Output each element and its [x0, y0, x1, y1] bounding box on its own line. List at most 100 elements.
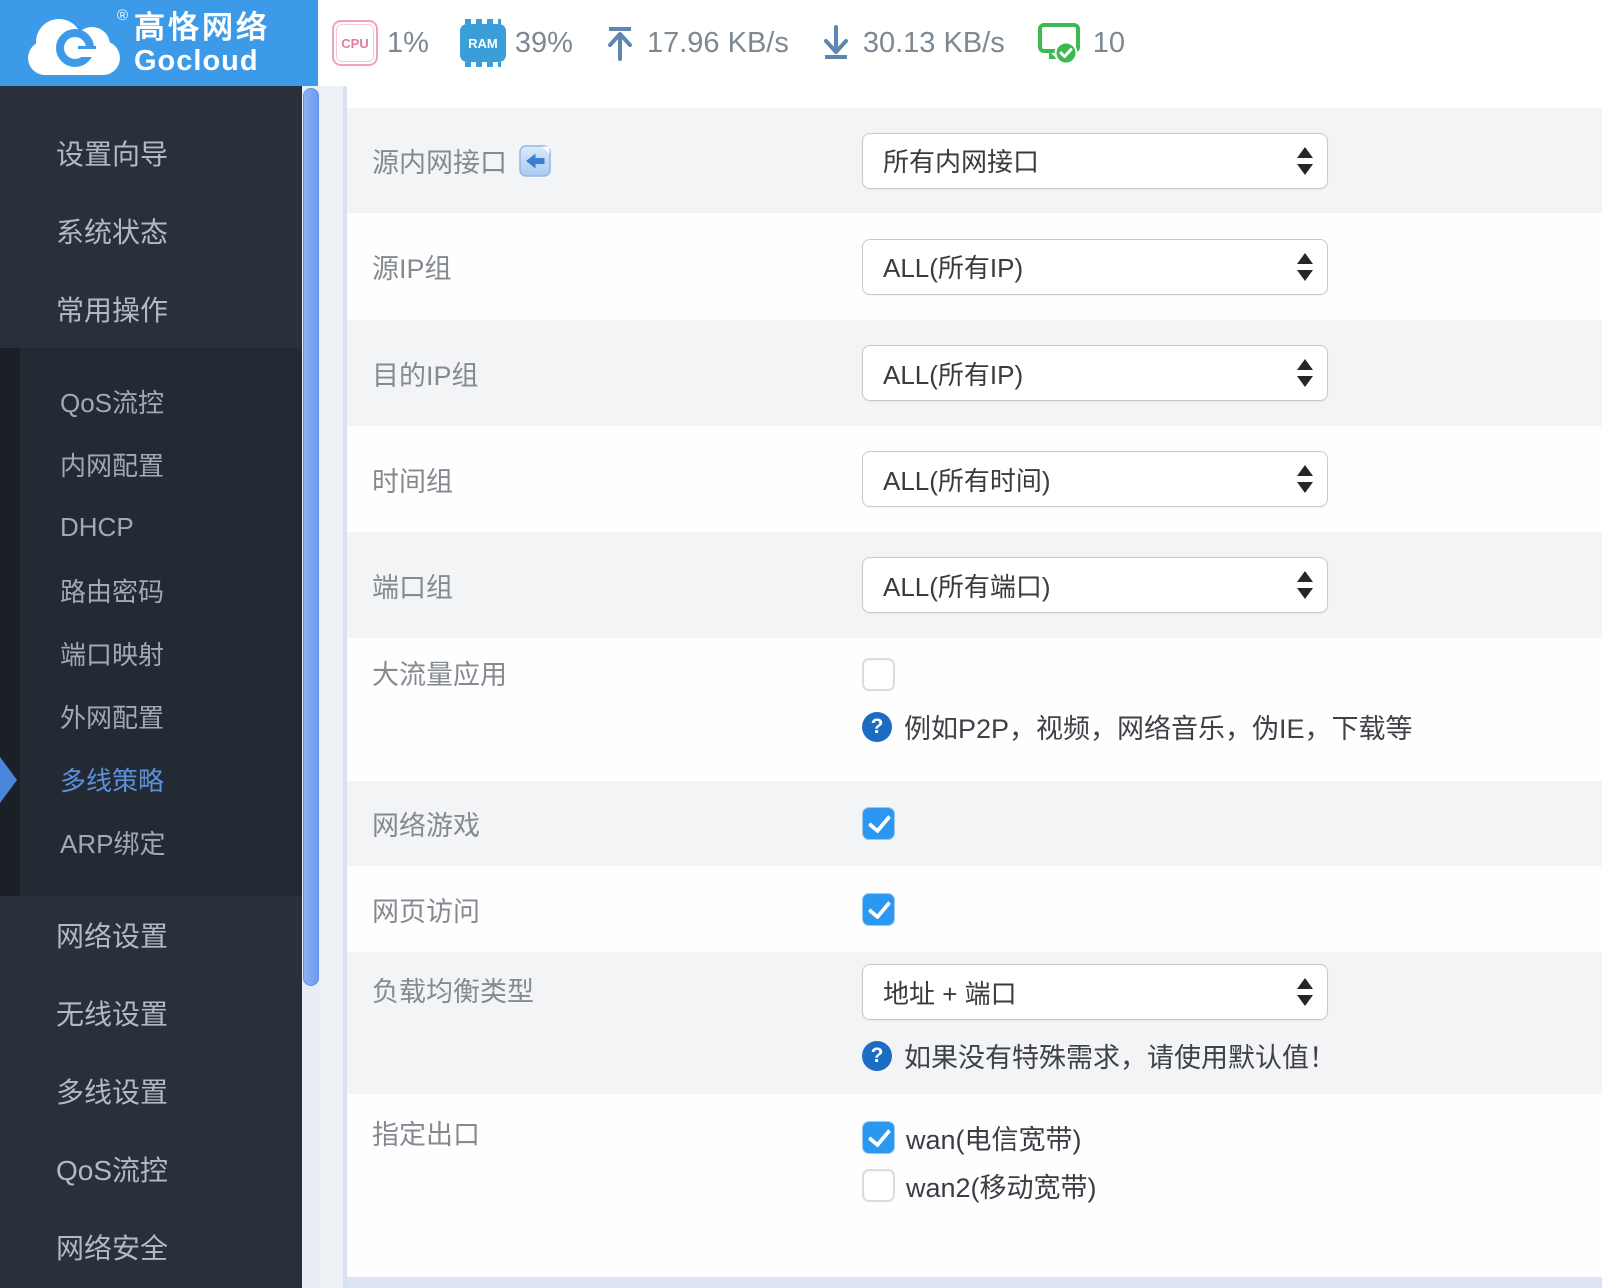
sidebar-item-bottom_items-1[interactable]: 无线设置: [0, 974, 302, 1052]
sidebar-subitem-label: ARP绑定: [60, 829, 166, 859]
sidebar-subitem-label: QoS流控: [60, 388, 165, 418]
select-value: 地址 + 端口: [883, 978, 1017, 1009]
form-row-dst-ip-group: 目的IP组 ALL(所有IP): [347, 320, 1602, 426]
select-arrows-icon: [1297, 465, 1313, 493]
form-row-designated-exit: 指定出口 wan(电信宽带) wan2(移动宽带): [347, 1094, 1602, 1277]
active-item-arrow-icon: [0, 756, 17, 803]
sidebar-scrollbar-track[interactable]: [302, 86, 320, 1288]
select-value: ALL(所有IP): [883, 253, 1024, 283]
load-balance-type-help: ? 如果没有特殊需求，请使用默认值！: [862, 1036, 1336, 1075]
top-bar: ® 高恪网络 Gocloud CPU 1% RAM 39% 17.96 KB/s…: [0, 0, 1602, 88]
sidebar-subitem-2[interactable]: DHCP: [20, 496, 302, 559]
brand-text: 高恪网络 Gocloud: [134, 10, 270, 79]
src-ip-group-select[interactable]: ALL(所有IP): [862, 238, 1328, 295]
ram-usage-value: 39%: [514, 26, 573, 59]
sidebar-subitem-7[interactable]: ARP绑定: [20, 811, 302, 874]
online-devices-icon: [1037, 23, 1080, 65]
select-arrows-icon: [1297, 252, 1313, 281]
web-access-checkbox-checked[interactable]: [862, 892, 895, 926]
form-row-port-group: 端口组 ALL(所有端口): [347, 532, 1602, 638]
content-gutter: [320, 86, 347, 1288]
sidebar-subitem-label: 内网配置: [60, 451, 165, 481]
sidebar-item-top_items-2[interactable]: 常用操作: [0, 270, 302, 348]
designated-exit-option-1-checkbox-unchecked[interactable]: [862, 1169, 895, 1202]
form-row-time-group: 时间组 ALL(所有时间): [347, 426, 1602, 532]
help-text: 例如P2P，视频，网络音乐，伪IE，下载等: [904, 714, 1413, 744]
heavy-traffic-app-checkbox-unchecked[interactable]: [862, 658, 895, 691]
form-row-src-ip-group: 源IP组 ALL(所有IP): [347, 213, 1602, 320]
help-text: 如果没有特殊需求，请使用默认值！: [904, 1043, 1336, 1073]
sidebar-scrollbar-thumb[interactable]: [303, 88, 319, 986]
cpu-usage-value: 1%: [387, 26, 429, 59]
sidebar-subitem-5[interactable]: 外网配置: [20, 685, 302, 748]
sidebar-submenu: QoS流控内网配置 DHCP 路由密码端口映射外网配置多线策略 ARP绑定: [0, 348, 302, 896]
cpu-icon: CPU: [332, 20, 378, 66]
help-icon: ?: [862, 711, 892, 742]
policy-form: 源内网接口 所有内网接口 源IP组 ALL(所有IP) 目的IP组 ALL(所有IP) 时间…: [347, 86, 1602, 1277]
select-arrows-icon: [1297, 978, 1313, 1006]
sidebar-subitem-label: 外网配置: [60, 703, 165, 733]
sidebar-item-top_items-0[interactable]: 设置向导: [0, 114, 302, 192]
dst-ip-group-select[interactable]: ALL(所有IP): [862, 345, 1328, 401]
online-game-label: 网络游戏: [372, 811, 480, 841]
sidebar-subitem-4[interactable]: 端口映射: [20, 622, 302, 685]
sidebar-item-bottom_items-3[interactable]: QoS流控: [0, 1130, 302, 1208]
form-row-online-game: 网络游戏: [347, 781, 1602, 866]
src-lan-interface-select[interactable]: 所有内网接口: [862, 132, 1328, 189]
online-game-checkbox-checked[interactable]: [862, 807, 895, 840]
online-count-value: 10: [1092, 26, 1125, 59]
time-group-select[interactable]: ALL(所有时间): [862, 451, 1328, 507]
sidebar-subitem-1[interactable]: 内网配置: [20, 433, 302, 496]
src-ip-group-label: 源IP组: [372, 254, 452, 284]
select-arrows-icon: [1297, 146, 1313, 175]
heavy-traffic-app-help: ? 例如P2P，视频，网络音乐，伪IE，下载等: [862, 707, 1413, 746]
form-row-load-balance-type: 负载均衡类型 地址 + 端口 ? 如果没有特殊需求，请使用默认值！: [347, 952, 1602, 1094]
dst-ip-group-label: 目的IP组: [372, 360, 479, 391]
brand-logo[interactable]: ® 高恪网络 Gocloud: [0, 0, 318, 88]
upload-speed-value: 17.96 KB/s: [646, 26, 789, 59]
sidebar-item-bottom_items-0[interactable]: 网络设置: [0, 896, 302, 974]
sidebar-item-bottom_items-4[interactable]: 网络安全: [0, 1208, 302, 1286]
web-access-label: 网页访问: [372, 896, 480, 927]
back-icon[interactable]: [519, 144, 551, 177]
upload-arrow-icon: [607, 27, 632, 61]
designated-exit-option-1[interactable]: wan2(移动宽带): [862, 1166, 1097, 1205]
designated-exit-option-0-checkbox-checked[interactable]: [862, 1121, 895, 1154]
sidebar-item-top_items-1[interactable]: 系统状态: [0, 192, 302, 270]
panel-bottom-edge: [347, 1277, 1602, 1288]
select-value: ALL(所有端口): [883, 571, 1051, 602]
option-label: wan2(移动宽带): [906, 1173, 1097, 1203]
sidebar-subitem-label: 路由密码: [60, 577, 165, 607]
select-arrows-icon: [1297, 571, 1313, 599]
sidebar-subitem-label: DHCP: [60, 512, 134, 542]
select-value: 所有内网接口: [883, 147, 1040, 177]
sidebar-subitem-6-active[interactable]: 多线策略: [0, 748, 302, 811]
load-balance-type-label: 负载均衡类型: [372, 977, 534, 1007]
download-speed-value: 30.13 KB/s: [862, 26, 1005, 59]
sidebar-subitem-0[interactable]: QoS流控: [20, 370, 302, 433]
heavy-traffic-app-label: 大流量应用: [372, 660, 507, 690]
brand-title-en: Gocloud: [134, 45, 259, 78]
sidebar-subitem-label: 端口映射: [60, 640, 165, 670]
sidebar-subitem-3[interactable]: 路由密码: [20, 559, 302, 622]
sidebar-nav: 设置向导 系统状态 常用操作 QoS流控 内网配置 DHCP 路由密码 端口映射 外网配置 多线策…: [0, 86, 302, 1288]
designated-exit-option-0[interactable]: wan(电信宽带): [862, 1118, 1097, 1157]
brand-title-cn: 高恪网络: [134, 9, 270, 45]
cloud-logo-icon: ®: [26, 7, 128, 77]
designated-exit-options: wan(电信宽带) wan2(移动宽带): [862, 1118, 1097, 1205]
download-arrow-icon: [823, 25, 848, 59]
port-group-select[interactable]: ALL(所有端口): [862, 557, 1328, 613]
select-value: ALL(所有时间): [883, 465, 1051, 496]
ram-icon: RAM: [459, 19, 506, 67]
select-value: ALL(所有IP): [883, 359, 1024, 390]
load-balance-type-select[interactable]: 地址 + 端口: [862, 964, 1328, 1020]
form-row-heavy-traffic-app: 大流量应用? 例如P2P，视频，网络音乐，伪IE，下载等: [347, 638, 1602, 781]
designated-exit-label: 指定出口: [372, 1120, 480, 1150]
time-group-label: 时间组: [372, 466, 453, 497]
sidebar-item-bottom_items-2[interactable]: 多线设置: [0, 1052, 302, 1130]
status-bar: CPU 1% RAM 39% 17.96 KB/s 30.13 KB/s 10: [318, 0, 1147, 86]
option-label: wan(电信宽带): [906, 1125, 1082, 1155]
select-arrows-icon: [1297, 359, 1313, 387]
registered-mark: ®: [116, 7, 128, 24]
port-group-label: 端口组: [372, 572, 453, 603]
